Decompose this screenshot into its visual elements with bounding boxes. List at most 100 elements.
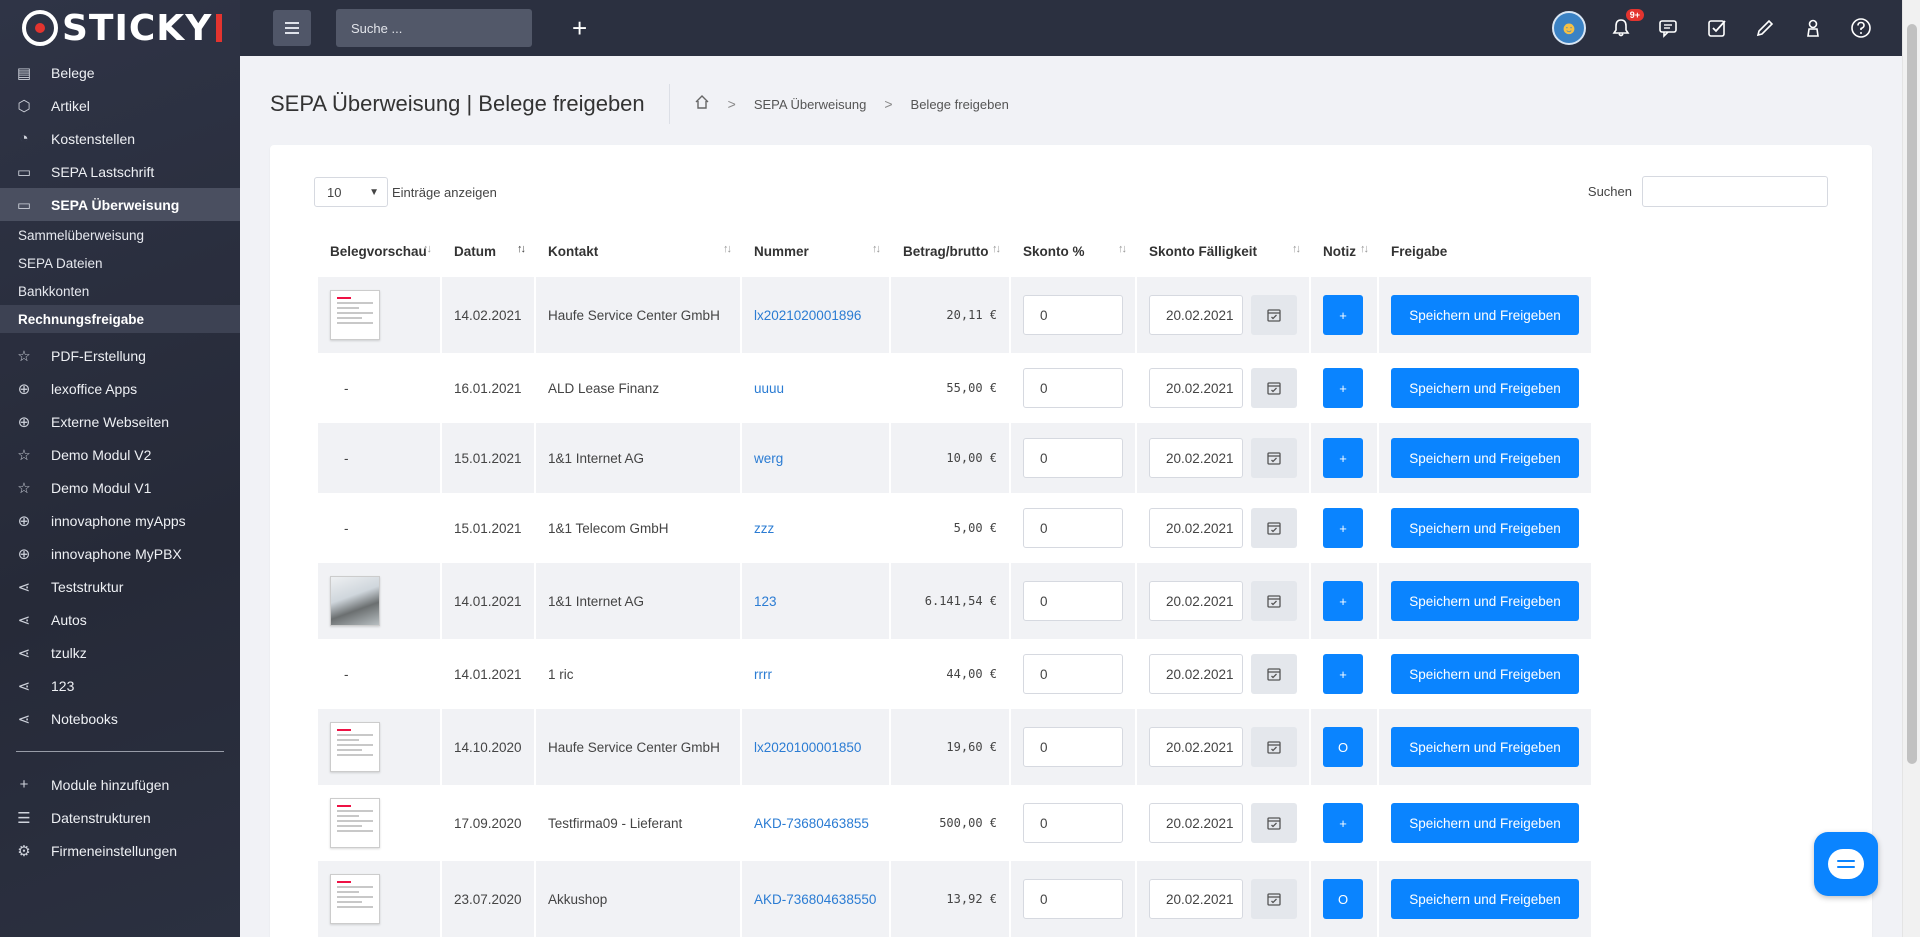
skonto-input[interactable]: 0 (1023, 438, 1123, 478)
column-header[interactable]: Freigabe (1379, 225, 1591, 277)
sidebar-item-externe-webseiten[interactable]: ⊕ Externe Webseiten (0, 405, 240, 438)
sort-icon[interactable]: ↑↓ (1118, 243, 1127, 255)
note-button[interactable]: + (1323, 803, 1363, 843)
note-button[interactable]: + (1323, 295, 1363, 335)
menu-toggle-button[interactable] (273, 10, 311, 46)
sort-icon[interactable]: ↑↓ (723, 243, 732, 255)
sidebar-item-datenstrukturen[interactable]: ☰ Datenstrukturen (0, 801, 240, 834)
sidebar-item-lexoffice-apps[interactable]: ⊕ lexoffice Apps (0, 372, 240, 405)
save-and-release-button[interactable]: Speichern und Freigeben (1391, 727, 1579, 767)
column-header[interactable]: Skonto % ↑↓ (1011, 225, 1135, 277)
save-and-release-button[interactable]: Speichern und Freigeben (1391, 508, 1579, 548)
photo-thumbnail[interactable] (330, 576, 380, 626)
skonto-due-input[interactable]: 20.02.2021 (1149, 295, 1243, 335)
row-number-link[interactable]: lx2020100001850 (754, 740, 861, 755)
sidebar-item-123[interactable]: ⋖ 123 (0, 669, 240, 702)
row-number-link[interactable]: AKD-73680463855 (754, 816, 869, 831)
calendar-icon[interactable] (1251, 803, 1297, 843)
document-thumbnail[interactable] (330, 290, 380, 340)
calendar-icon[interactable] (1251, 879, 1297, 919)
skonto-input[interactable]: 0 (1023, 654, 1123, 694)
calendar-icon[interactable] (1251, 727, 1297, 767)
skonto-input[interactable]: 0 (1023, 727, 1123, 767)
save-and-release-button[interactable]: Speichern und Freigeben (1391, 581, 1579, 621)
sort-icon[interactable]: ↑↓ (872, 243, 881, 255)
save-and-release-button[interactable]: Speichern und Freigeben (1391, 654, 1579, 694)
user-icon[interactable] (1800, 15, 1826, 41)
skonto-due-input[interactable]: 20.02.2021 (1149, 508, 1243, 548)
sidebar-item-sepa-lastschrift[interactable]: ▭ SEPA Lastschrift (0, 155, 240, 188)
row-number-link[interactable]: uuuu (754, 381, 784, 396)
column-header[interactable]: Kontakt ↑↓ (536, 225, 740, 277)
add-icon[interactable]: + (572, 15, 587, 41)
skonto-due-input[interactable]: 20.02.2021 (1149, 368, 1243, 408)
avatar[interactable]: ☻ (1552, 11, 1586, 45)
row-number-link[interactable]: AKD-736804638550 (754, 892, 876, 907)
sort-icon[interactable]: ↑↓ (517, 243, 526, 255)
sidebar-item-teststruktur[interactable]: ⋖ Teststruktur (0, 570, 240, 603)
skonto-input[interactable]: 0 (1023, 879, 1123, 919)
note-button[interactable]: + (1323, 654, 1363, 694)
row-number-link[interactable]: zzz (754, 521, 774, 536)
skonto-input[interactable]: 0 (1023, 508, 1123, 548)
save-and-release-button[interactable]: Speichern und Freigeben (1391, 803, 1579, 843)
skonto-due-input[interactable]: 20.02.2021 (1149, 879, 1243, 919)
chat-button[interactable] (1814, 832, 1878, 896)
calendar-icon[interactable] (1251, 295, 1297, 335)
sidebar-item-tzulkz[interactable]: ⋖ tzulkz (0, 636, 240, 669)
search-input[interactable] (336, 9, 532, 47)
skonto-input[interactable]: 0 (1023, 581, 1123, 621)
note-button[interactable]: + (1323, 581, 1363, 621)
bell-icon[interactable]: 9+ (1608, 9, 1644, 41)
sidebar-item-firmeneinstellungen[interactable]: ⚙ Firmeneinstellungen (0, 834, 240, 867)
row-number-link[interactable]: werg (754, 451, 783, 466)
skonto-due-input[interactable]: 20.02.2021 (1149, 727, 1243, 767)
sidebar-subitem[interactable]: SEPA Dateien (0, 249, 240, 277)
calendar-icon[interactable] (1251, 368, 1297, 408)
sidebar-item-innovaphone-mypbx[interactable]: ⊕ innovaphone MyPBX (0, 537, 240, 570)
column-header[interactable]: Datum ↑↓ (442, 225, 534, 277)
calendar-icon[interactable] (1251, 654, 1297, 694)
skonto-due-input[interactable]: 20.02.2021 (1149, 581, 1243, 621)
sidebar-item-autos[interactable]: ⋖ Autos (0, 603, 240, 636)
note-button[interactable]: + (1323, 368, 1363, 408)
column-header[interactable]: Belegvorschau ↑↓ (318, 225, 440, 277)
row-number-link[interactable]: rrrr (754, 667, 772, 682)
row-number-link[interactable]: lx2021020001896 (754, 308, 861, 323)
table-search-input[interactable] (1642, 176, 1828, 207)
note-button[interactable]: + (1323, 438, 1363, 478)
sidebar-item-belege[interactable]: ▤ Belege (0, 56, 240, 89)
sidebar-subitem[interactable]: Rechnungsfreigabe (0, 305, 240, 333)
sidebar-item-module-hinzufügen[interactable]: + Module hinzufügen (0, 768, 240, 801)
home-icon[interactable] (694, 94, 710, 115)
skonto-input[interactable]: 0 (1023, 295, 1123, 335)
sidebar-item-notebooks[interactable]: ⋖ Notebooks (0, 702, 240, 735)
row-number-link[interactable]: 123 (754, 594, 777, 609)
checkbox-icon[interactable] (1704, 15, 1730, 41)
sort-icon[interactable]: ↑↓ (992, 243, 1001, 255)
sidebar-subitem[interactable]: Bankkonten (0, 277, 240, 305)
note-button[interactable]: + (1323, 508, 1363, 548)
sort-icon[interactable]: ↑↓ (1292, 243, 1301, 255)
breadcrumb-item[interactable]: SEPA Überweisung (754, 97, 867, 112)
sort-icon[interactable]: ↑↓ (1360, 243, 1369, 255)
skonto-due-input[interactable]: 20.02.2021 (1149, 803, 1243, 843)
save-and-release-button[interactable]: Speichern und Freigeben (1391, 438, 1579, 478)
page-length-select[interactable]: 10 ▼ (314, 177, 388, 207)
skonto-due-input[interactable]: 20.02.2021 (1149, 654, 1243, 694)
save-and-release-button[interactable]: Speichern und Freigeben (1391, 879, 1579, 919)
column-header[interactable]: Betrag/brutto ↑↓ (891, 225, 1009, 277)
column-header[interactable]: Nummer ↑↓ (742, 225, 889, 277)
sidebar-item-innovaphone-myapps[interactable]: ⊕ innovaphone myApps (0, 504, 240, 537)
calendar-icon[interactable] (1251, 581, 1297, 621)
column-header[interactable]: Notiz ↑↓ (1311, 225, 1377, 277)
sidebar-item-pdf-erstellung[interactable]: ☆ PDF-Erstellung (0, 339, 240, 372)
help-icon[interactable] (1848, 15, 1874, 41)
calendar-icon[interactable] (1251, 438, 1297, 478)
document-thumbnail[interactable] (330, 798, 380, 848)
document-thumbnail[interactable] (330, 874, 380, 924)
skonto-input[interactable]: 0 (1023, 368, 1123, 408)
save-and-release-button[interactable]: Speichern und Freigeben (1391, 368, 1579, 408)
sidebar-item-demo-modul-v1[interactable]: ☆ Demo Modul V1 (0, 471, 240, 504)
sidebar-subitem[interactable]: Sammelüberweisung (0, 221, 240, 249)
